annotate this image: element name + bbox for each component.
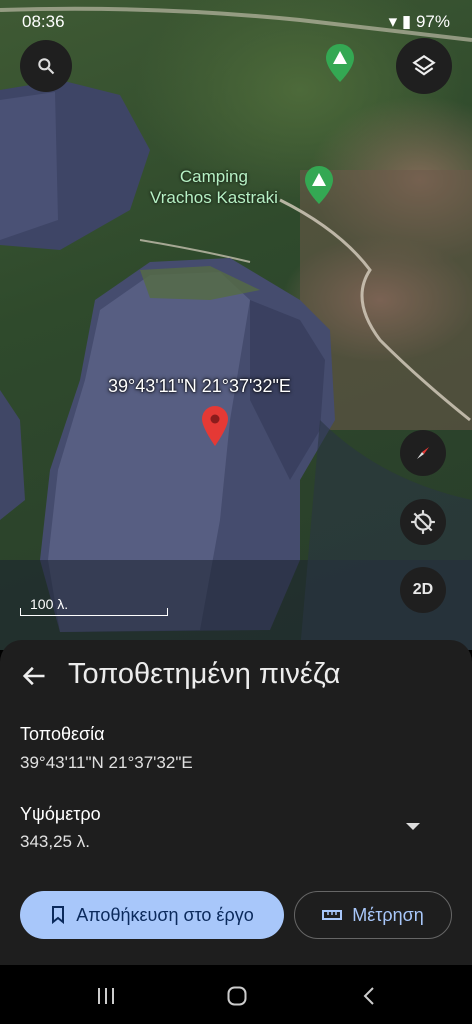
back-nav-icon[interactable] (362, 986, 376, 1006)
compass-icon (417, 447, 429, 459)
camp-marker-icon[interactable] (326, 44, 354, 82)
ruler-icon (322, 910, 343, 920)
status-time: 08:36 (22, 12, 65, 31)
chevron-down-icon[interactable] (404, 820, 422, 832)
my-location-button[interactable] (400, 499, 446, 545)
elevation-label: Υψόμετρο (20, 804, 101, 824)
bookmark-icon (52, 906, 65, 924)
map-view[interactable]: 08:36 ▾ ▮ 97% Camping Vrachos Kastraki 3… (0, 0, 472, 650)
layers-button[interactable] (396, 38, 452, 94)
recent-apps-icon[interactable] (96, 987, 116, 1005)
status-battery: ▾ ▮ 97% (388, 12, 450, 31)
search-icon (38, 58, 55, 75)
location-value: 39°43'11"N 21°37'32"E (20, 753, 193, 772)
pin-details-sheet: Τοποθετημένη πινέζα Τοποθεσία 39°43'11"N… (0, 640, 472, 965)
place-label[interactable]: Camping Vrachos Kastraki (150, 166, 278, 208)
back-arrow-icon[interactable] (20, 662, 48, 690)
location-off-icon (411, 510, 435, 534)
2d-toggle-button[interactable]: 2D (400, 567, 446, 613)
system-nav-bar (0, 965, 472, 1024)
map-scale: 100 λ. (20, 596, 168, 616)
home-icon[interactable] (227, 986, 247, 1006)
scale-bar (20, 608, 168, 616)
map-coordinates-label: 39°43'11"N 21°37'32"E (108, 376, 291, 396)
camp-marker-icon[interactable] (305, 166, 333, 204)
search-button[interactable] (20, 40, 72, 92)
compass-button[interactable] (400, 430, 446, 476)
sheet-title: Τοποθετημένη πινέζα (68, 658, 341, 690)
save-button-label: Αποθήκευση στο έργο (76, 904, 254, 925)
elevation-value: 343,25 λ. (20, 832, 90, 851)
status-bar: 08:36 ▾ ▮ 97% (0, 0, 472, 42)
measure-button[interactable]: Μέτρηση (294, 891, 452, 939)
measure-button-label: Μέτρηση (352, 904, 424, 925)
pin-icon[interactable] (202, 406, 228, 446)
terrain-render (0, 6, 472, 650)
layers-icon (412, 54, 436, 76)
save-to-project-button[interactable]: Αποθήκευση στο έργο (20, 891, 284, 939)
location-label: Τοποθεσία (20, 724, 105, 744)
